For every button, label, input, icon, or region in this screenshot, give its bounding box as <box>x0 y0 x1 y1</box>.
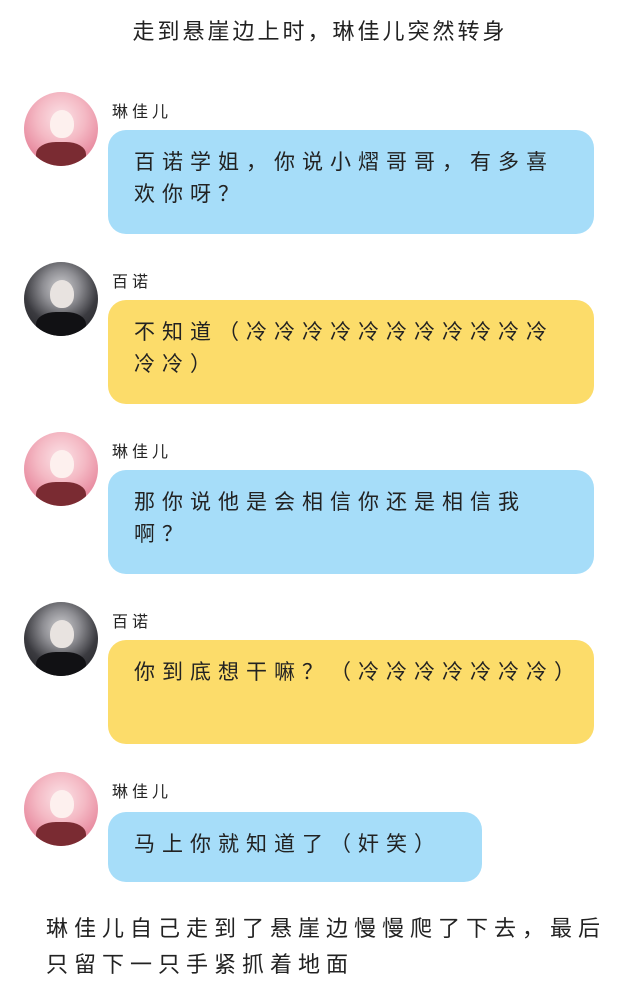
chat-bubble: 马上你就知道了（奸笑） <box>108 812 482 882</box>
chat-bubble: 不知道（冷冷冷冷冷冷冷冷冷冷冷冷冷） <box>108 300 594 404</box>
avatar-body <box>36 312 86 336</box>
speaker-name: 琳佳儿 <box>112 442 173 461</box>
avatar-bainuo <box>24 602 98 676</box>
avatar-body <box>36 822 86 846</box>
avatar-linjiaer <box>24 432 98 506</box>
speaker-name: 琳佳儿 <box>112 102 173 121</box>
avatar-body <box>36 652 86 676</box>
speaker-name: 百诺 <box>112 272 153 291</box>
avatar-face <box>50 280 74 308</box>
avatar-body <box>36 482 86 506</box>
narration-top: 走到悬崖边上时，琳佳儿突然转身 <box>132 20 508 45</box>
avatar-bainuo <box>24 262 98 336</box>
avatar-linjiaer <box>24 772 98 846</box>
avatar-face <box>50 450 74 478</box>
speaker-name: 百诺 <box>112 612 153 631</box>
avatar-linjiaer <box>24 92 98 166</box>
avatar-face <box>50 110 74 138</box>
avatar-body <box>36 142 86 166</box>
chat-bubble: 你到底想干嘛？（冷冷冷冷冷冷冷） <box>108 640 594 744</box>
chat-bubble: 百诺学姐，你说小熠哥哥，有多喜欢你呀？ <box>108 130 594 234</box>
chat-bubble: 那你说他是会相信你还是相信我啊？ <box>108 470 594 574</box>
speaker-name: 琳佳儿 <box>112 782 173 801</box>
avatar-face <box>50 620 74 648</box>
avatar-face <box>50 790 74 818</box>
narration-bottom: 琳佳儿自己走到了悬崖边慢慢爬了下去，最后只留下一只手紧抓着地面 <box>46 917 607 978</box>
